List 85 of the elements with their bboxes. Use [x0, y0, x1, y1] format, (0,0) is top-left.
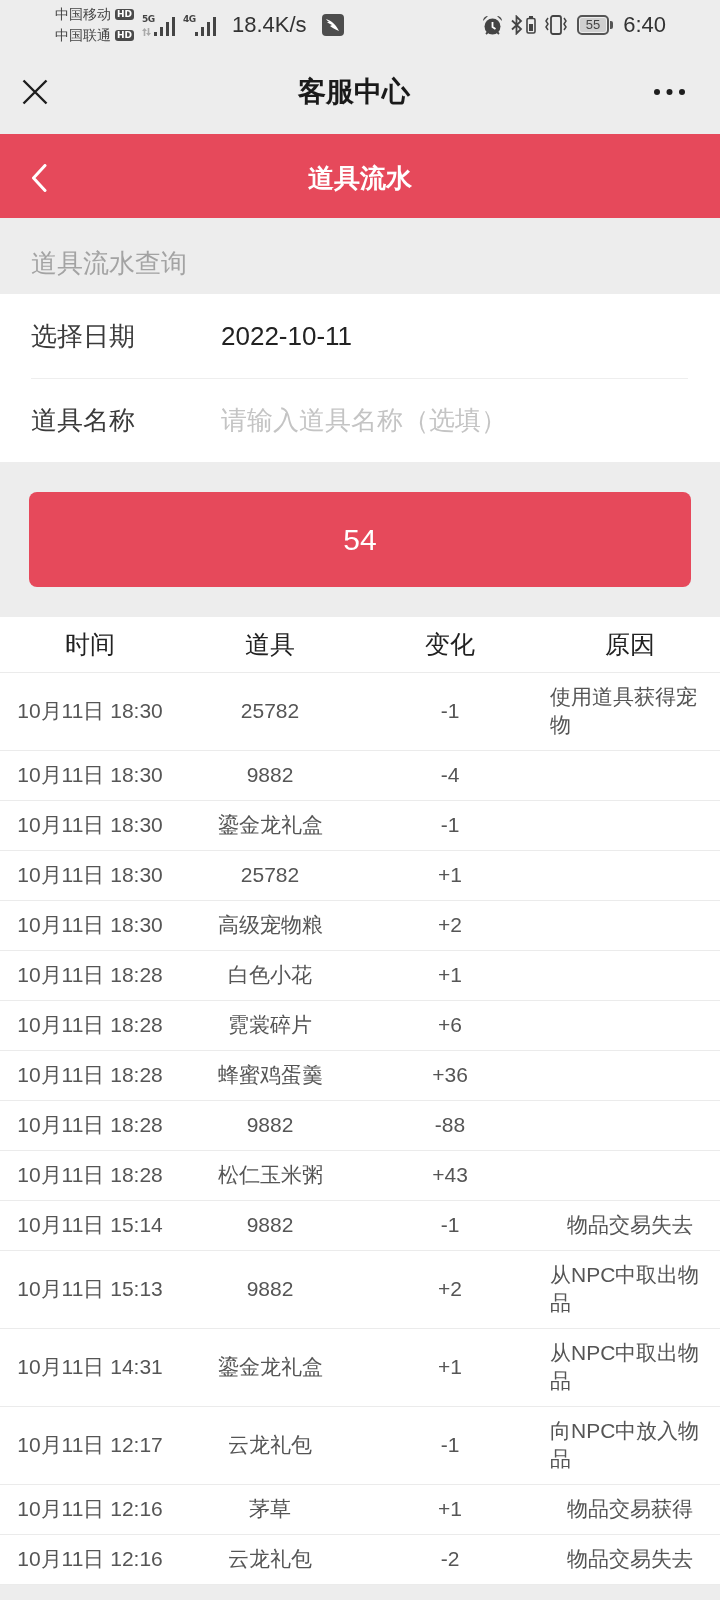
field-label: 道具名称	[31, 404, 136, 437]
hd-badge: HD	[115, 9, 134, 20]
item-name: 9882	[246, 1212, 294, 1238]
timestamp: 10月11日 18:30	[17, 912, 163, 938]
item-name: 9882	[246, 1276, 294, 1302]
quantity-change: -88	[434, 1112, 466, 1138]
item-name: 霓裳碎片	[228, 1012, 312, 1038]
clock-time: 6:40	[623, 12, 666, 38]
close-icon[interactable]	[22, 79, 48, 105]
quantity-change: -1	[440, 698, 460, 724]
carrier-name: 中国联通	[55, 26, 111, 45]
reason-text: 从NPC中取出物品	[550, 1340, 701, 1394]
field-label: 选择日期	[31, 319, 136, 353]
timestamp: 10月11日 18:30	[17, 862, 163, 888]
column-header: 道具	[245, 629, 295, 660]
item-name: 25782	[240, 862, 300, 888]
header-title: 道具流水	[308, 161, 412, 195]
item-name: 松仁玉米粥	[217, 1162, 323, 1188]
carrier-name: 中国移动	[55, 5, 111, 24]
reason-text: 向NPC中放入物品	[550, 1418, 701, 1472]
quantity-change: +2	[438, 912, 462, 938]
quantity-change: -2	[440, 1546, 460, 1572]
back-icon[interactable]	[31, 164, 47, 192]
section-title: 道具流水查询	[31, 246, 187, 280]
timestamp: 10月11日 18:30	[17, 762, 163, 788]
quantity-change: +43	[432, 1162, 468, 1188]
timestamp: 10月11日 18:30	[17, 698, 163, 724]
reason-text: 物品交易获得	[567, 1496, 693, 1522]
quantity-change: +1	[438, 1354, 462, 1380]
quantity-change: +2	[438, 1276, 462, 1302]
item-name: 高级宠物粮	[217, 912, 323, 938]
bluetooth-icon	[510, 15, 523, 35]
quantity-change: +6	[438, 1012, 462, 1038]
item-name: 鎏金龙礼盒	[217, 812, 323, 838]
timestamp: 10月11日 18:28	[17, 1062, 163, 1088]
vibrate-icon	[543, 15, 568, 35]
submit-button[interactable]: 54	[29, 492, 691, 587]
timestamp: 10月11日 14:31	[17, 1354, 163, 1380]
quantity-change: -1	[440, 812, 460, 838]
network-type-label: 5G	[142, 15, 155, 24]
timestamp: 10月11日 15:13	[17, 1276, 163, 1302]
signal-icon	[195, 17, 216, 36]
item-name: 9882	[246, 762, 294, 788]
network-speed: 18.4K/s	[232, 12, 307, 38]
timestamp: 10月11日 12:16	[17, 1496, 163, 1522]
page-title: 客服中心	[297, 75, 410, 109]
battery-indicator: 55	[576, 15, 614, 35]
column-header: 原因	[605, 629, 655, 660]
timestamp: 10月11日 18:28	[17, 1162, 163, 1188]
timestamp: 10月11日 15:14	[17, 1212, 163, 1238]
item-name: 茅草	[249, 1496, 291, 1522]
small-battery-icon	[525, 16, 536, 34]
reason-text: 物品交易失去	[567, 1546, 693, 1572]
timestamp: 10月11日 12:17	[17, 1432, 163, 1458]
timestamp: 10月11日 18:28	[17, 962, 163, 988]
reason-text: 物品交易失去	[567, 1212, 693, 1238]
timestamp: 10月11日 12:16	[17, 1546, 163, 1572]
timestamp: 10月11日 18:30	[17, 812, 163, 838]
quantity-change: +1	[438, 962, 462, 988]
item-name: 云龙礼包	[228, 1546, 312, 1572]
item-name: 白色小花	[228, 962, 312, 988]
input-field[interactable]: 2022-10-11	[221, 316, 688, 356]
quantity-change: -1	[440, 1432, 460, 1458]
item-name: 25782	[240, 698, 300, 724]
column-header: 变化	[425, 629, 475, 660]
quantity-change: +36	[432, 1062, 468, 1088]
item-name: 9882	[246, 1112, 294, 1138]
quantity-change: +1	[438, 862, 462, 888]
input-field[interactable]: 请输入道具名称（选填）	[221, 400, 688, 441]
signal-icon	[154, 17, 175, 36]
item-name: 鎏金龙礼盒	[217, 1354, 323, 1380]
quantity-change: -4	[440, 762, 460, 788]
wing-icon	[321, 14, 344, 36]
network-type-label: 4G	[183, 15, 196, 24]
item-name: 蜂蜜鸡蛋羹	[217, 1062, 323, 1088]
column-header: 时间	[65, 629, 115, 660]
timestamp: 10月11日 18:28	[17, 1112, 163, 1138]
quantity-change: +1	[438, 1496, 462, 1522]
item-name: 云龙礼包	[228, 1432, 312, 1458]
hd-badge: HD	[115, 30, 134, 41]
timestamp: 10月11日 18:28	[17, 1012, 163, 1038]
quantity-change: -1	[440, 1212, 460, 1238]
reason-text: 从NPC中取出物品	[550, 1262, 701, 1316]
alarm-clock-icon	[481, 14, 503, 36]
reason-text: 使用道具获得宠物	[550, 684, 698, 738]
